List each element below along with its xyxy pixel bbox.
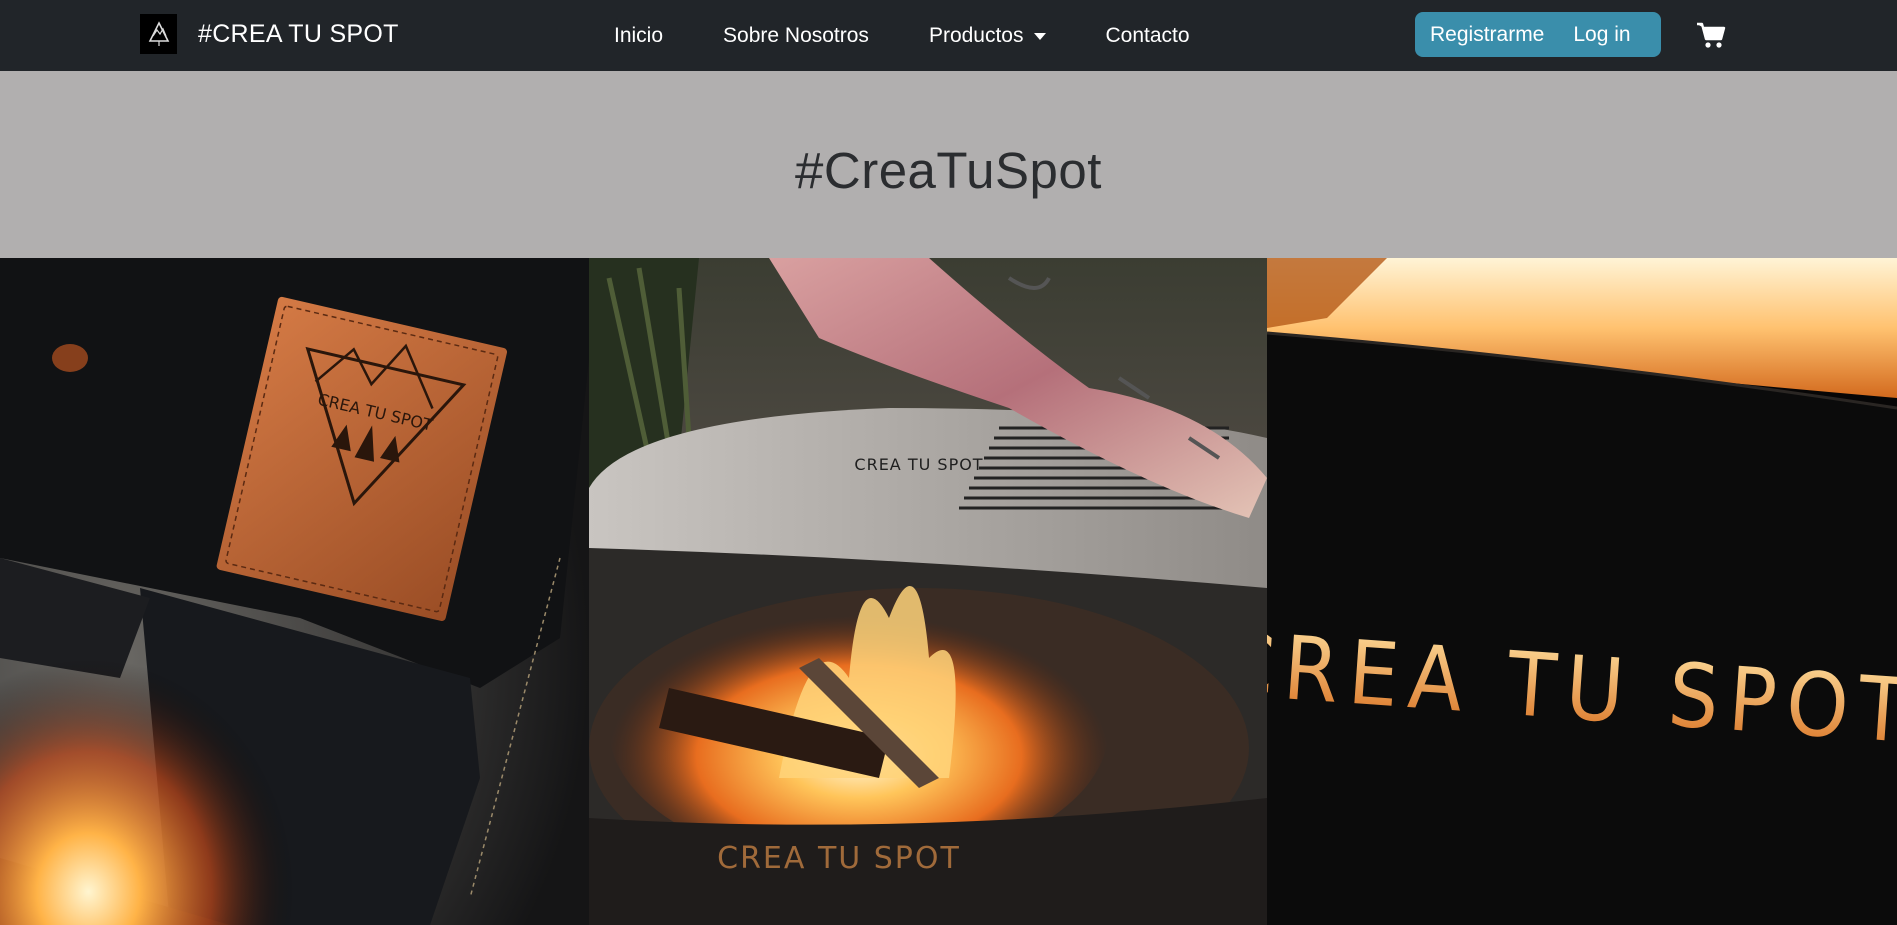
gallery-image-apron-patch: CREA TU SPOT	[0, 258, 589, 925]
gallery-image-firepit-cutout: CREA TU SPOT	[1267, 258, 1897, 925]
nav-link-sobre-nosotros[interactable]: Sobre Nosotros	[723, 24, 869, 48]
cart-button[interactable]	[1696, 21, 1726, 49]
mountain-logo-icon	[148, 21, 169, 46]
ring-cutout-text: CREA TU SPOT	[717, 841, 961, 876]
auth-button-group: Registrarme Log in	[1415, 12, 1661, 57]
register-button[interactable]: Registrarme	[1430, 23, 1544, 47]
caret-down-icon	[1033, 33, 1046, 40]
brand-logo	[140, 14, 177, 54]
brand[interactable]: #CREA TU SPOT	[140, 14, 399, 54]
shopping-cart-icon	[1697, 22, 1726, 48]
nav-link-contacto[interactable]: Contacto	[1106, 24, 1190, 48]
photo-gallery: CREA TU SPOT CREA TU SPOT CREA TU SPOT C…	[0, 258, 1897, 925]
nav-dropdown-productos[interactable]: Productos	[929, 24, 1046, 48]
nav-link-label: Contacto	[1105, 23, 1190, 47]
gallery-image-grill-fire: CREA TU SPOT CREA TU SPOT	[589, 258, 1267, 925]
brand-name[interactable]: #CREA TU SPOT	[198, 20, 399, 49]
main-nav: Inicio Sobre Nosotros Productos Contacto	[614, 0, 1190, 71]
nav-link-label: Inicio	[614, 23, 664, 47]
navbar: #CREA TU SPOT Inicio Sobre Nosotros Prod…	[0, 0, 1897, 71]
nav-link-inicio[interactable]: Inicio	[614, 24, 663, 48]
nav-link-label: Productos	[928, 23, 1024, 47]
page-title: #CreaTuSpot	[795, 142, 1102, 199]
grill-engraving-text: CREA TU SPOT	[854, 455, 983, 474]
login-button[interactable]: Log in	[1573, 23, 1630, 47]
hero-banner: #CreaTuSpot	[0, 71, 1897, 258]
nav-link-label: Sobre Nosotros	[723, 23, 869, 47]
